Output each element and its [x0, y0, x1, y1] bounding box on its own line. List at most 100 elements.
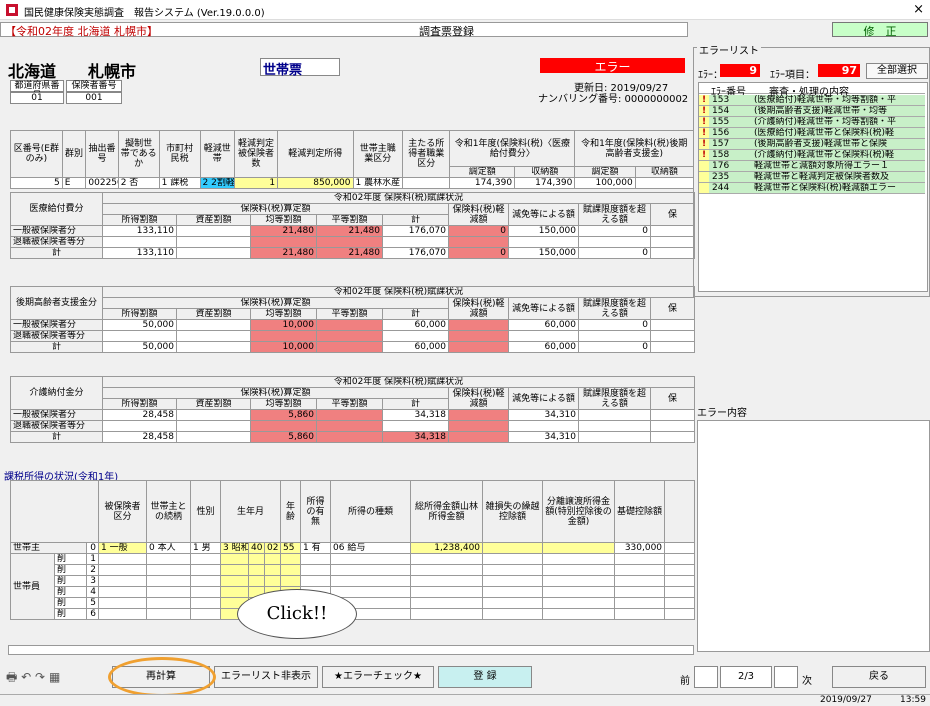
head-era[interactable]: 3 昭和	[220, 542, 250, 554]
amount-cell[interactable]: 21,480	[316, 225, 383, 237]
amount-cell[interactable]: 10,000	[250, 319, 317, 331]
member-cell[interactable]	[190, 553, 222, 565]
error-list-item[interactable]: 235 軽減世帯と軽減判定被保険者数及	[699, 172, 925, 183]
head-class[interactable]: 1 一般	[98, 542, 148, 554]
member-cell[interactable]	[614, 586, 666, 598]
member-cell[interactable]	[300, 575, 332, 587]
member-cell[interactable]	[664, 575, 696, 587]
amount-cell[interactable]: 150,000	[508, 247, 579, 259]
member-cell[interactable]	[542, 597, 616, 609]
error-list-item[interactable]: ! 153 (医療給付)軽減世帯・均等割額・平	[699, 95, 925, 106]
hide-error-list-button[interactable]: エラーリスト非表示	[214, 666, 318, 688]
close-icon[interactable]: ×	[913, 2, 924, 17]
amount-cell[interactable]	[102, 420, 177, 432]
amount-cell-more[interactable]	[649, 319, 696, 331]
member-cell[interactable]	[98, 608, 148, 620]
amount-cell-more[interactable]	[649, 225, 696, 237]
amount-cell-more[interactable]	[649, 330, 696, 342]
amount-cell-more[interactable]	[649, 409, 696, 421]
amount-cell[interactable]	[448, 420, 509, 432]
member-cell[interactable]	[280, 564, 302, 576]
amount-cell[interactable]: 176,070	[382, 247, 449, 259]
amount-cell[interactable]: 34,310	[508, 431, 579, 443]
head-age[interactable]: 55	[280, 542, 302, 554]
amount-cell[interactable]: 50,000	[102, 319, 177, 331]
amount-cell[interactable]	[176, 330, 251, 342]
amount-cell[interactable]: 34,318	[382, 431, 449, 443]
head-loss[interactable]	[482, 542, 544, 554]
member-cell[interactable]	[248, 564, 266, 576]
member-cell[interactable]	[220, 564, 250, 576]
member-cell[interactable]	[542, 553, 616, 565]
member-cell[interactable]	[614, 553, 666, 565]
amount-cell[interactable]	[316, 431, 383, 443]
head-job-value[interactable]: 1 農林水産	[352, 177, 404, 189]
amount-cell[interactable]: 28,458	[102, 431, 177, 443]
error-list-item[interactable]: ! 155 (介護納付)軽減世帯・均等割額・平	[699, 117, 925, 128]
amount-cell-more[interactable]	[649, 341, 696, 353]
amount-cell[interactable]: 10,000	[250, 341, 317, 353]
ward-value[interactable]: 5	[10, 177, 63, 189]
amount-cell-more[interactable]	[649, 431, 696, 443]
member-cell[interactable]	[542, 586, 616, 598]
amount-cell[interactable]: 176,070	[382, 225, 449, 237]
amount-cell[interactable]: 21,480	[250, 247, 317, 259]
error-list-item[interactable]: ! 154 (後期高齢者支援)軽減世帯・均等	[699, 106, 925, 117]
amount-cell[interactable]	[316, 319, 383, 331]
amount-cell[interactable]: 60,000	[382, 341, 449, 353]
amount-cell-more[interactable]	[649, 247, 696, 259]
amount-cell[interactable]: 0	[578, 247, 651, 259]
member-delete[interactable]: 削	[54, 597, 87, 609]
amount-cell[interactable]	[176, 431, 251, 443]
error-check-button[interactable]: ★エラーチェック★	[322, 666, 434, 688]
select-all-button[interactable]: 全部選択	[866, 63, 928, 79]
amount-cell[interactable]: 0	[578, 225, 651, 237]
amount-cell[interactable]	[316, 420, 383, 432]
member-cell[interactable]	[264, 575, 282, 587]
insurer-code[interactable]: 001	[66, 92, 122, 104]
amount-cell-more[interactable]	[649, 236, 696, 248]
amount-cell[interactable]: 34,310	[508, 409, 579, 421]
error-detail-box[interactable]	[697, 420, 930, 652]
member-cell[interactable]	[146, 553, 192, 565]
head-has-income[interactable]: 1 有	[300, 542, 332, 554]
member-delete[interactable]: 削	[54, 608, 87, 620]
member-cell[interactable]	[146, 608, 192, 620]
amount-cell[interactable]	[382, 330, 449, 342]
member-cell[interactable]	[146, 586, 192, 598]
amount-cell[interactable]	[176, 420, 251, 432]
member-cell[interactable]	[248, 575, 266, 587]
amount-cell[interactable]: 5,860	[250, 431, 317, 443]
amount-cell[interactable]	[382, 236, 449, 248]
member-cell[interactable]	[664, 597, 696, 609]
member-cell[interactable]	[410, 608, 484, 620]
member-cell[interactable]	[330, 575, 412, 587]
amount-cell[interactable]: 133,110	[102, 247, 177, 259]
member-cell[interactable]	[482, 597, 544, 609]
member-cell[interactable]	[482, 553, 544, 565]
prev-page-icon[interactable]	[694, 666, 718, 688]
extract-value[interactable]: 002250	[85, 177, 119, 189]
muni-tax-value[interactable]: 1 課税	[158, 177, 201, 189]
register-button[interactable]: 登 録	[438, 666, 532, 688]
amount-cell[interactable]	[448, 236, 509, 248]
member-cell[interactable]	[190, 586, 222, 598]
amount-cell[interactable]	[176, 409, 251, 421]
member-cell[interactable]	[410, 553, 484, 565]
member-cell[interactable]	[220, 575, 250, 587]
member-cell[interactable]	[146, 564, 192, 576]
member-cell[interactable]	[280, 553, 302, 565]
member-cell[interactable]	[220, 586, 250, 598]
printer-icon[interactable]: 🖶	[6, 670, 17, 684]
head-total-income[interactable]: 1,238,400	[410, 542, 484, 554]
amount-cell[interactable]	[382, 420, 449, 432]
member-delete[interactable]: 削	[54, 575, 87, 587]
amount-cell[interactable]	[176, 341, 251, 353]
amount-cell[interactable]	[508, 420, 579, 432]
head-more[interactable]	[664, 542, 696, 554]
amount-cell[interactable]	[448, 330, 509, 342]
amount-cell[interactable]: 0	[448, 247, 509, 259]
reduce-income-value[interactable]: 850,000	[277, 177, 354, 189]
amount-cell[interactable]	[448, 409, 509, 421]
amount-cell[interactable]: 28,458	[102, 409, 177, 421]
